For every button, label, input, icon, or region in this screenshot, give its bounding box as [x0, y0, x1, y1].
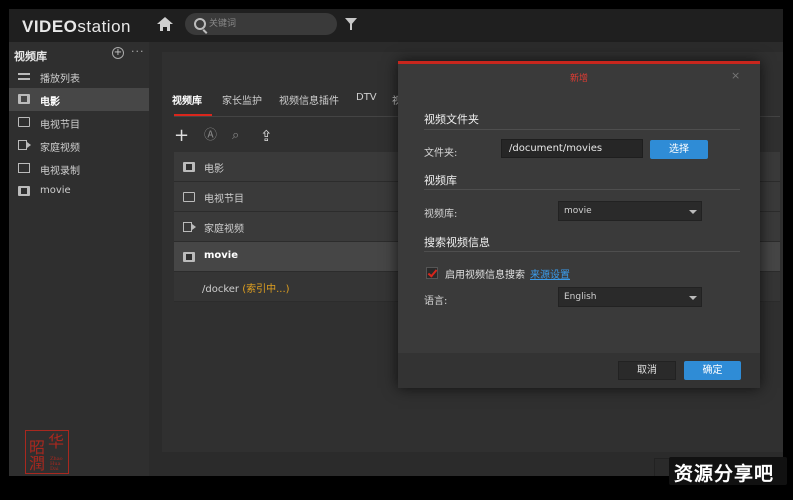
sidebar-item-label: 电视录制 [40, 166, 80, 177]
tab-info-plugin[interactable]: 视频信息插件 [279, 92, 339, 107]
home-icon[interactable] [157, 17, 173, 32]
tv-icon [18, 117, 30, 127]
browse-button[interactable]: 选择 [650, 140, 708, 159]
movie-icon [18, 94, 30, 104]
dialog-title: 新增 [569, 74, 588, 84]
sidebar-item-label: movie [40, 185, 71, 196]
sidebar-item-movies[interactable]: 电影 [9, 88, 149, 111]
top-bar: VIDEOstation [9, 9, 783, 42]
search-input[interactable] [209, 16, 329, 32]
dialog-accent-bar [398, 61, 760, 64]
tab-parental-control[interactable]: 家长监护 [222, 92, 262, 107]
tv-icon [183, 192, 195, 202]
tab-library[interactable]: 视频库 [172, 92, 202, 107]
folder-path: /docker [202, 284, 240, 295]
more-options-button[interactable]: ··· [131, 45, 145, 58]
add-library-button[interactable]: + [112, 47, 124, 59]
library-label: 电视节目 [204, 194, 244, 205]
movie-icon [183, 162, 195, 172]
sidebar-item-home-videos[interactable]: 家庭视频 [9, 134, 149, 157]
search-box[interactable] [185, 13, 337, 35]
sidebar-item-tv-recording[interactable]: 电视录制 [9, 157, 149, 180]
logo-main: VIDEO [22, 17, 78, 36]
library-select[interactable]: movie [558, 201, 702, 221]
new-library-dialog: 新增 × 视频文件夹 文件夹: 选择 视频库 视频库: movie 搜索视频信息… [398, 61, 760, 388]
cancel-button[interactable]: 取消 [618, 361, 676, 380]
tv-recording-icon [18, 163, 30, 173]
language-select-value: English [564, 292, 597, 302]
search-icon [194, 18, 206, 30]
sidebar-title: 视频库 [14, 50, 47, 63]
home-video-icon [18, 140, 31, 150]
watermark-text: 资源分享吧 [674, 463, 775, 485]
sidebar: 视频库 + ··· 播放列表 电影 电视节目 家庭视频 电视录制 movie [9, 42, 149, 476]
enable-info-search-label: 启用视频信息搜索 [445, 270, 525, 281]
section-divider [424, 189, 740, 190]
library-label: 电影 [204, 164, 224, 175]
section-library: 视频库 [424, 174, 457, 187]
sidebar-item-label: 播放列表 [40, 74, 80, 85]
tab-dtv[interactable]: DTV [356, 92, 377, 103]
sidebar-item-label: 电视节目 [40, 120, 80, 131]
library-label: 视频库: [424, 209, 458, 220]
home-video-icon [183, 222, 196, 232]
upload-icon[interactable]: ⇪ [260, 128, 276, 144]
language-select[interactable]: English [558, 287, 702, 307]
sidebar-item-label: 家庭视频 [40, 143, 80, 154]
seal-stamp: 华昭潤 Zhao Hua Dai [25, 430, 69, 474]
library-label: 家庭视频 [204, 224, 244, 235]
ok-button[interactable]: 确定 [684, 361, 741, 380]
library-select-value: movie [564, 206, 592, 216]
chevron-down-icon [689, 210, 697, 214]
section-search-info: 搜索视频信息 [424, 236, 490, 249]
add-icon[interactable]: + [174, 127, 190, 145]
filter-icon[interactable] [345, 18, 357, 32]
folder-row-label: /docker (索引中...) [202, 280, 290, 295]
section-divider [424, 251, 740, 252]
app-logo: VIDEOstation [22, 17, 131, 37]
search-scan-icon[interactable]: Ⓐ [204, 128, 220, 144]
logo-tail: station [77, 17, 131, 36]
sidebar-item-movie[interactable]: movie [9, 180, 149, 203]
watermark: 资源分享吧 [669, 457, 787, 485]
sidebar-item-playlist[interactable]: 播放列表 [9, 65, 149, 88]
sidebar-item-label: 电影 [40, 97, 60, 108]
section-video-folder: 视频文件夹 [424, 113, 479, 126]
chevron-down-icon [689, 296, 697, 300]
library-label: movie [204, 250, 239, 261]
source-settings-link[interactable]: 来源设置 [530, 266, 570, 281]
enable-info-search-checkbox[interactable] [426, 267, 438, 279]
movie-icon [18, 186, 30, 196]
section-divider [424, 129, 740, 130]
folder-label: 文件夹: [424, 148, 458, 159]
language-label: 语言: [424, 296, 448, 307]
folder-path-input[interactable] [501, 139, 643, 158]
close-icon[interactable]: × [731, 69, 740, 82]
movie-icon [183, 252, 195, 262]
rescan-icon[interactable]: ⌕ [232, 128, 248, 144]
sidebar-item-tv-shows[interactable]: 电视节目 [9, 111, 149, 134]
indexing-status: (索引中...) [242, 284, 290, 295]
playlist-icon [18, 73, 30, 80]
